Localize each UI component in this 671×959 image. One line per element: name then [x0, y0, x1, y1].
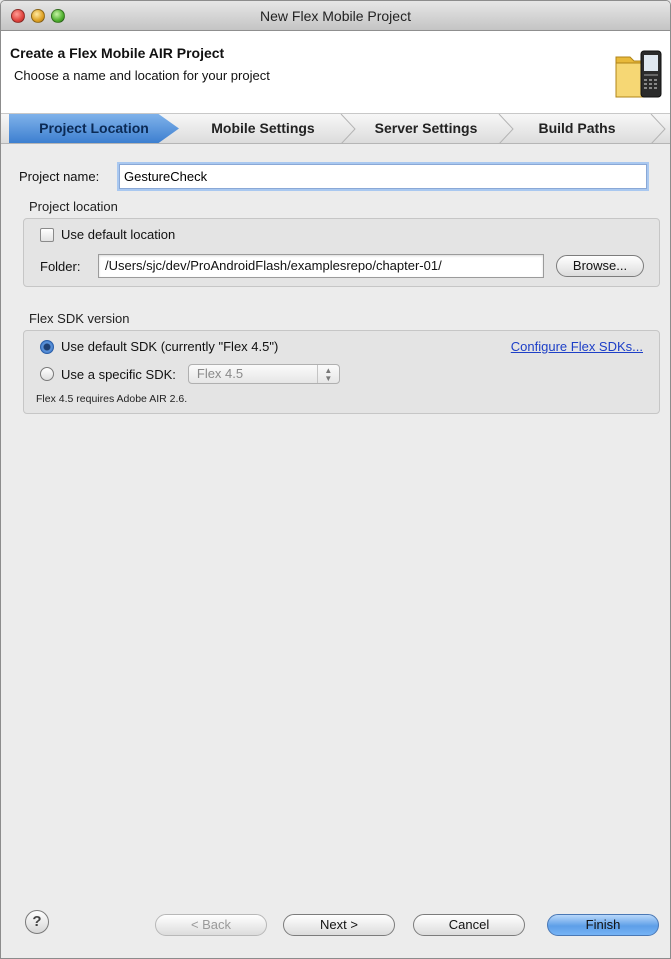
wizard-header: Create a Flex Mobile AIR Project Choose … [1, 31, 670, 114]
browse-button[interactable]: Browse... [556, 255, 644, 277]
stepper-arrows-icon: ▲ ▼ [316, 365, 339, 383]
use-specific-sdk-label: Use a specific SDK: [61, 366, 176, 382]
window-controls [11, 9, 65, 23]
use-default-location-checkbox[interactable] [40, 227, 54, 242]
wizard-title: Create a Flex Mobile AIR Project [10, 45, 225, 61]
sdk-group-label: Flex SDK version [29, 311, 130, 326]
sdk-group: Use default SDK (currently "Flex 4.5") C… [23, 330, 660, 414]
wizard-content: Project name: GestureCheck Project locat… [1, 144, 670, 414]
use-default-sdk-label: Use default SDK (currently "Flex 4.5") [61, 339, 279, 354]
folder-label: Folder: [40, 258, 81, 274]
zoom-window-button[interactable] [51, 9, 65, 23]
folder-path-field[interactable]: /Users/sjc/dev/ProAndroidFlash/examplesr… [98, 254, 544, 278]
close-window-button[interactable] [11, 9, 25, 23]
wizard-footer: ? < Back Next > Cancel Finish [1, 894, 670, 958]
project-name-label: Project name: [19, 169, 100, 184]
use-default-sdk-radio[interactable] [40, 339, 54, 354]
wizard-subtitle: Choose a name and location for your proj… [14, 68, 270, 83]
project-location-group-label: Project location [29, 199, 118, 214]
minimize-window-button[interactable] [31, 9, 45, 23]
tab-project-location[interactable]: Project Location [9, 114, 179, 143]
window-title: New Flex Mobile Project [260, 8, 411, 24]
back-button[interactable]: < Back [155, 914, 267, 936]
tab-label: Build Paths [538, 120, 616, 136]
chevron-right-icon [340, 114, 356, 144]
specific-sdk-select[interactable]: Flex 4.5 ▲ ▼ [187, 364, 340, 384]
chevron-right-icon [498, 114, 514, 144]
tab-label: Project Location [39, 120, 149, 136]
tab-build-paths[interactable]: Build Paths [517, 114, 637, 143]
sdk-requirement-note: Flex 4.5 requires Adobe AIR 2.6. [36, 393, 188, 405]
configure-flex-sdks-link[interactable]: Configure Flex SDKs... [511, 339, 643, 354]
title-bar: New Flex Mobile Project [1, 1, 670, 31]
tab-mobile-settings[interactable]: Mobile Settings [193, 114, 333, 143]
wizard-steps: Project Location Mobile Settings Server … [1, 114, 670, 144]
dialog-window: New Flex Mobile Project Create a Flex Mo… [0, 0, 671, 959]
chevron-right-icon [650, 114, 666, 144]
finish-button[interactable]: Finish [547, 914, 659, 936]
project-name-input[interactable]: GestureCheck [119, 164, 647, 189]
use-default-location-label: Use default location [61, 227, 176, 242]
next-button[interactable]: Next > [283, 914, 395, 936]
specific-sdk-value: Flex 4.5 [196, 366, 244, 381]
project-location-group: Use default location Folder: /Users/sjc/… [23, 218, 660, 287]
tab-server-settings[interactable]: Server Settings [357, 114, 495, 143]
help-icon[interactable]: ? [25, 910, 49, 934]
tab-label: Server Settings [374, 120, 478, 136]
project-name-row: Project name: GestureCheck [11, 164, 660, 189]
cancel-button[interactable]: Cancel [413, 914, 525, 936]
folder-mobile-icon [615, 50, 662, 98]
tab-label: Mobile Settings [211, 120, 315, 136]
use-specific-sdk-radio[interactable] [40, 367, 54, 381]
